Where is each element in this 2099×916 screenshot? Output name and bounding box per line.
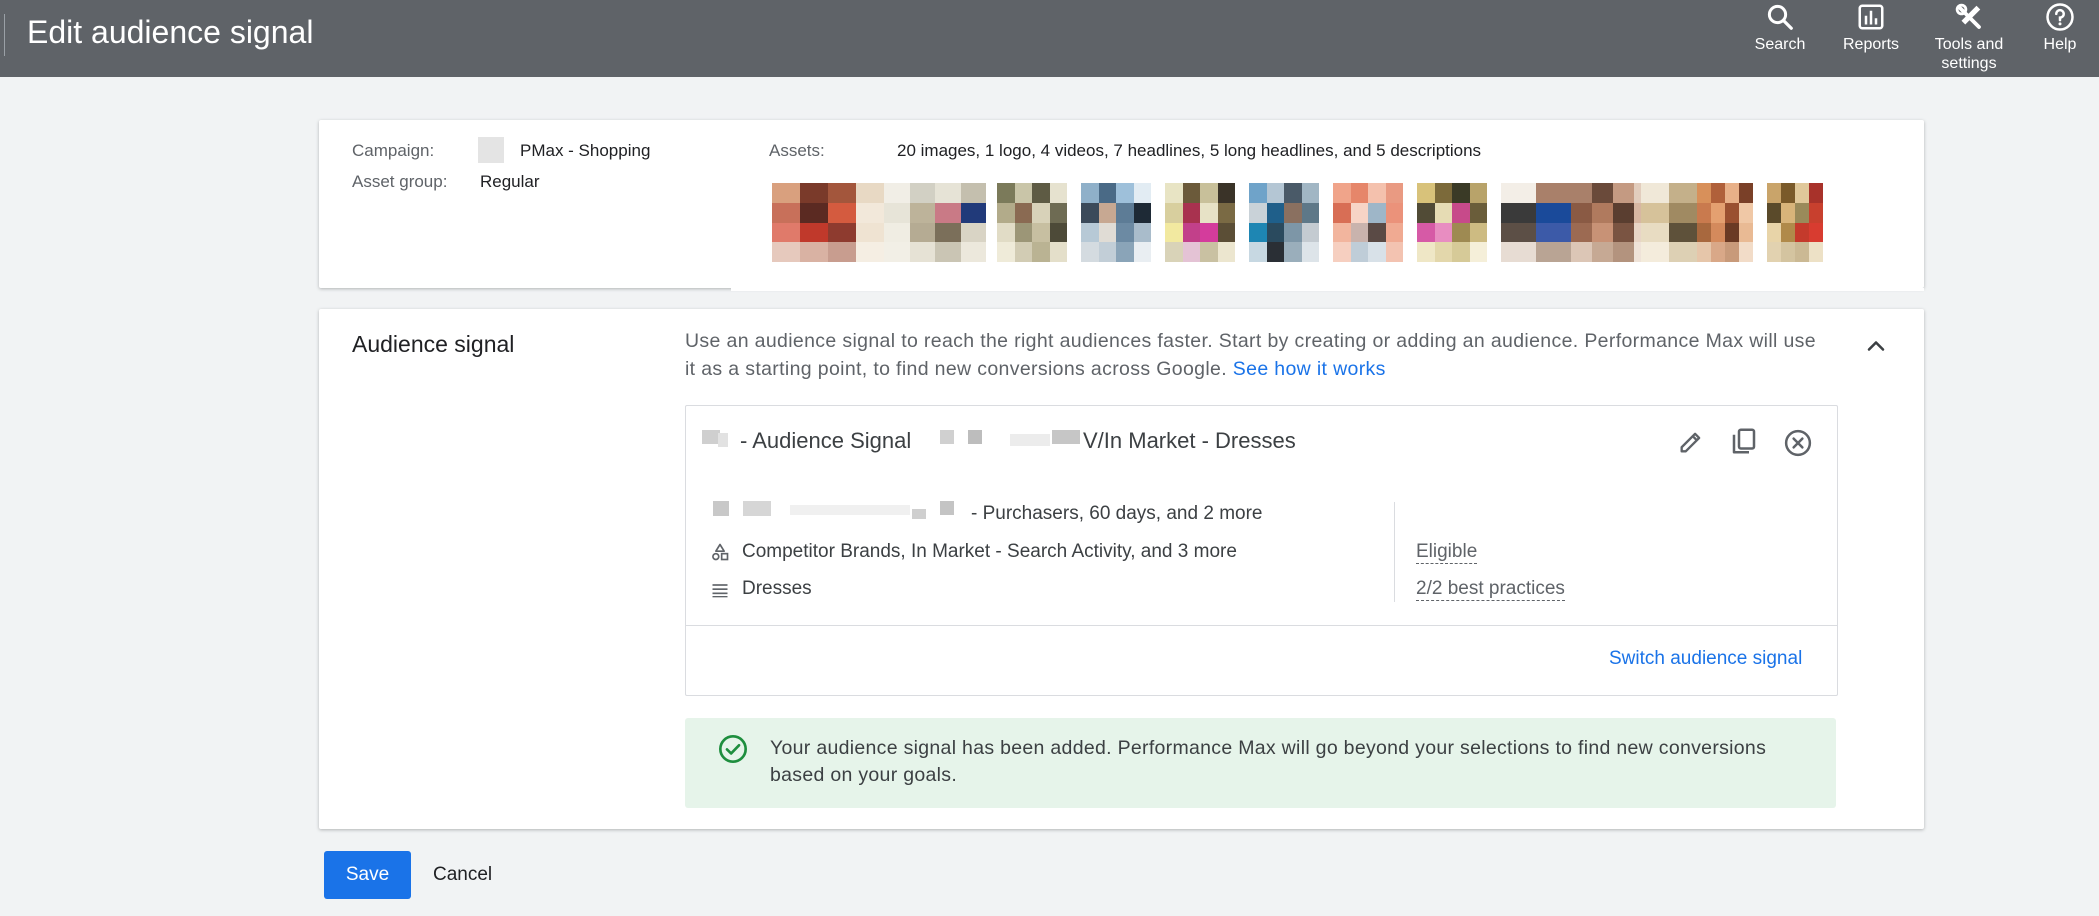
tools-icon [1955, 3, 1981, 29]
section-title: Audience signal [352, 331, 515, 357]
copy-icon[interactable] [1729, 426, 1759, 456]
signal-item-text: - Purchasers, 60 days, and 2 more [971, 503, 1263, 524]
help-icon [2046, 3, 2074, 31]
asset-thumbnail [1249, 183, 1319, 262]
asset-group-value: Regular [480, 172, 540, 191]
assets-value: 20 images, 1 logo, 4 videos, 7 headlines… [897, 141, 1482, 160]
redacted-text [790, 505, 910, 515]
success-message: Your audience signal has been added. Per… [770, 737, 1767, 786]
redacted-text [713, 501, 729, 516]
divider [686, 625, 1837, 626]
nav-help[interactable]: Help [2032, 2, 2088, 54]
campaign-value[interactable]: PMax - Shopping [520, 141, 650, 161]
asset-thumbnail [772, 183, 884, 262]
redacted-text [1010, 434, 1050, 446]
cancel-button[interactable]: Cancel [433, 851, 492, 899]
divider [1394, 502, 1395, 602]
asset-thumbnail [1081, 183, 1151, 262]
divider [731, 288, 1924, 291]
redacted-text [1052, 430, 1080, 444]
reports-icon [1858, 4, 1884, 30]
nav-reports[interactable]: Reports [1836, 2, 1906, 54]
redacted-text [718, 433, 728, 447]
page-title: Edit audience signal [27, 14, 314, 50]
status-eligible[interactable]: Eligible [1416, 541, 1478, 564]
top-bar: Edit audience signal Search Reports Tool… [0, 0, 2099, 77]
asset-thumbnail [884, 183, 986, 262]
redacted-text [968, 430, 982, 444]
shapes-icon [712, 543, 729, 561]
nav-label: Tools and settings [1934, 36, 2004, 72]
asset-thumbnail [1165, 183, 1235, 262]
status-text: Eligible [1416, 541, 1478, 564]
nav-label: Help [2043, 36, 2077, 53]
best-practices-link[interactable]: 2/2 best practices [1416, 578, 1565, 601]
edit-pencil-icon[interactable] [1677, 428, 1705, 456]
save-button[interactable]: Save [324, 851, 411, 899]
signal-item-text: Dresses [742, 578, 812, 599]
signal-item-text: Competitor Brands, In Market - Search Ac… [742, 541, 1237, 562]
nav-tools-settings[interactable]: Tools and settings [1924, 2, 2014, 73]
redacted-text [940, 501, 954, 515]
asset-thumbnail [1417, 183, 1487, 262]
campaign-icon [478, 137, 504, 163]
nav-label: Search [1754, 36, 1806, 53]
asset-thumbnail [1767, 183, 1823, 262]
see-how-it-works-link[interactable]: See how it works [1233, 358, 1386, 380]
asset-thumbnail [1333, 183, 1403, 262]
assets-label: Assets: [769, 141, 825, 160]
redacted-text [940, 430, 954, 444]
best-practices-text: 2/2 best practices [1416, 578, 1565, 601]
nav-search[interactable]: Search [1748, 2, 1812, 54]
switch-audience-signal-link[interactable]: Switch audience signal [1609, 648, 1802, 670]
redacted-text [743, 501, 771, 516]
nav-label: Reports [1842, 36, 1900, 53]
remove-circle-icon[interactable] [1783, 428, 1813, 458]
divider [4, 14, 5, 56]
collapse-chevron-icon[interactable] [1862, 332, 1890, 360]
signal-name-part1: - Audience Signal [740, 428, 912, 453]
asset-thumbnail [1697, 183, 1753, 262]
redacted-text [912, 509, 926, 519]
check-circle-icon [719, 735, 747, 763]
signal-name-part2: V/In Market - Dresses [1083, 428, 1296, 453]
section-description: Use an audience signal to reach the righ… [685, 328, 1825, 383]
search-icon [1767, 4, 1793, 30]
asset-group-label: Asset group: [352, 172, 448, 191]
campaign-label: Campaign: [352, 141, 435, 160]
asset-thumbnail [997, 183, 1067, 262]
list-icon [712, 584, 728, 598]
